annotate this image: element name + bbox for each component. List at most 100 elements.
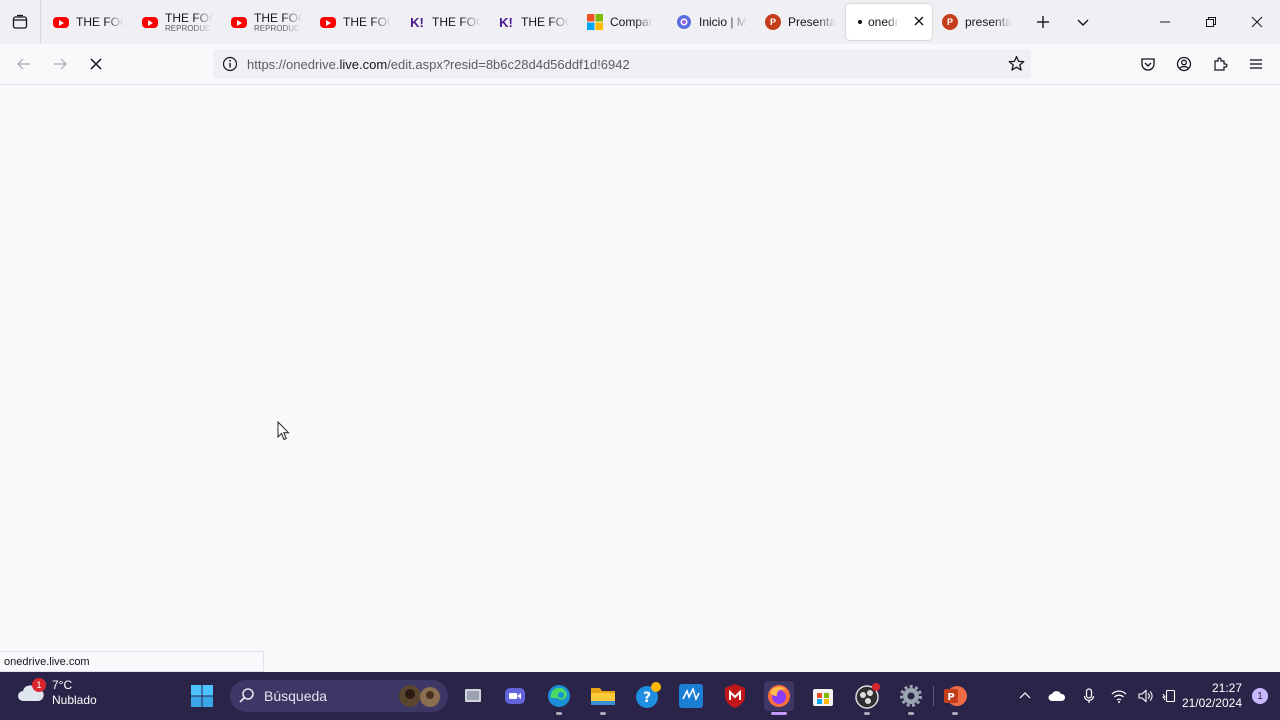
- youtube-icon: [320, 17, 336, 28]
- tab-strip: THE FOC THE FOC REPRODUC THE FOC REPRODUC THE…: [0, 0, 1280, 44]
- tab-text: presenta: [965, 15, 1012, 29]
- plus-icon: [1037, 16, 1049, 28]
- browser-tab[interactable]: THE FOC: [312, 4, 399, 40]
- forward-button[interactable]: [42, 48, 78, 80]
- taskbar-microsoft-store[interactable]: [808, 681, 838, 711]
- browser-tab[interactable]: K! THE FOC: [490, 4, 577, 40]
- mouse-cursor-icon: [277, 420, 290, 446]
- extensions-button[interactable]: [1202, 48, 1238, 80]
- taskbar-task-view[interactable]: [458, 681, 488, 711]
- tab-text: THE FOC: [432, 15, 480, 29]
- taskbar-hp-app[interactable]: [676, 681, 706, 711]
- taskbar-powerpoint[interactable]: P: [940, 681, 970, 715]
- arrow-left-icon: [17, 58, 30, 70]
- tab-title: Presenta: [788, 15, 836, 29]
- clock-time: 21:27: [1211, 681, 1242, 695]
- kahoot-icon: K!: [410, 14, 424, 30]
- notification-badge[interactable]: 1: [1252, 688, 1268, 704]
- microphone-tray-button[interactable]: [1074, 681, 1104, 711]
- firefox-view-button[interactable]: [0, 0, 40, 44]
- window-controls: [1142, 0, 1280, 44]
- obs-icon: [855, 683, 880, 709]
- minimize-button[interactable]: [1142, 0, 1188, 44]
- url-text[interactable]: https://onedrive.live.com/edit.aspx?resi…: [247, 57, 630, 72]
- weather-widget[interactable]: 1 7°C Nublado: [16, 678, 97, 708]
- taskbar-edge[interactable]: [544, 681, 574, 715]
- taskbar-firefox[interactable]: [764, 681, 794, 715]
- taskbar-divider: [933, 686, 934, 706]
- url-domain: live.com: [339, 56, 388, 72]
- taskbar-mcafee[interactable]: [720, 681, 750, 711]
- star-icon: [1008, 55, 1025, 71]
- tab-text: onedr: [868, 15, 899, 29]
- restore-icon: [1206, 17, 1216, 27]
- onedrive-tray-button[interactable]: [1040, 681, 1074, 711]
- taskbar-obs[interactable]: [852, 681, 882, 715]
- stop-loading-button[interactable]: [78, 48, 114, 80]
- tab-title: THE FOC: [343, 15, 391, 29]
- taskbar-help[interactable]: ?: [633, 681, 663, 711]
- tab-separator: [40, 0, 41, 44]
- tab-text: THE FOC: [76, 15, 124, 29]
- weather-alert-badge: 1: [32, 678, 46, 692]
- site-info-button[interactable]: [215, 56, 245, 72]
- browser-tab[interactable]: THE FOC: [45, 4, 132, 40]
- tab-close-button[interactable]: [914, 14, 924, 29]
- powerpoint-icon: P: [765, 14, 781, 30]
- browser-tab[interactable]: K! THE FOC: [401, 4, 488, 40]
- bookmark-button[interactable]: [1008, 55, 1025, 77]
- svg-text:P: P: [947, 692, 954, 703]
- toolbar-right: [1130, 48, 1274, 80]
- browser-tab[interactable]: THE FOC REPRODUC: [223, 4, 310, 40]
- microsoft-icon: [587, 14, 603, 30]
- menu-button[interactable]: [1238, 48, 1274, 80]
- onedrive-cloud-icon: [1048, 691, 1065, 701]
- hamburger-icon: [1250, 59, 1262, 69]
- taskbar-settings[interactable]: [896, 681, 926, 715]
- youtube-icon: [142, 17, 158, 28]
- start-button[interactable]: [187, 681, 217, 711]
- restore-button[interactable]: [1188, 0, 1234, 44]
- browser-tab[interactable]: Inicio | M: [668, 4, 755, 40]
- youtube-icon: [53, 17, 69, 28]
- help-icon: ?: [636, 682, 661, 708]
- gear-icon: [900, 685, 922, 707]
- list-all-tabs-button[interactable]: [1063, 0, 1103, 44]
- youtube-icon: [231, 17, 247, 28]
- folder-icon: [591, 688, 615, 705]
- tab-subtitle: REPRODUC: [254, 23, 300, 33]
- volume-tray-button[interactable]: [1134, 681, 1158, 711]
- taskbar-clock[interactable]: 21:27 21/02/2024: [1182, 681, 1242, 711]
- close-icon: [914, 16, 924, 26]
- pocket-button[interactable]: [1130, 48, 1166, 80]
- store-icon: [813, 689, 833, 706]
- browser-tab[interactable]: onedr: [846, 4, 932, 40]
- tab-title: THE FOC: [432, 15, 480, 29]
- show-hidden-icons-button[interactable]: [1010, 681, 1040, 711]
- tab-title: THE FOC: [254, 11, 302, 24]
- microphone-icon: [1083, 688, 1095, 703]
- taskbar-search[interactable]: Búsqueda: [230, 680, 448, 712]
- browser-tab[interactable]: THE FOC REPRODUC: [134, 4, 221, 40]
- system-tray: 21:27 21/02/2024 1: [1010, 672, 1280, 720]
- back-button[interactable]: [6, 48, 42, 80]
- close-window-button[interactable]: [1234, 0, 1280, 44]
- account-button[interactable]: [1166, 48, 1202, 80]
- browser-tab[interactable]: P Presenta: [757, 4, 844, 40]
- arrow-right-icon: [54, 58, 67, 70]
- taskbar-teams[interactable]: [500, 681, 530, 711]
- chevron-up-icon: [1019, 692, 1031, 699]
- close-icon: [90, 58, 102, 70]
- tab-title: presenta: [965, 15, 1012, 29]
- browser-tab[interactable]: Ppresenta: [934, 4, 1021, 40]
- network-tray-button[interactable]: [1104, 681, 1134, 711]
- browser-tab[interactable]: Compar: [579, 4, 666, 40]
- battery-tray-button[interactable]: [1158, 681, 1182, 711]
- url-bar[interactable]: https://onedrive.live.com/edit.aspx?resi…: [213, 49, 1031, 79]
- tab-text: THE FOC REPRODUC: [165, 12, 213, 33]
- powerpoint-icon: P: [942, 14, 958, 30]
- new-tab-button[interactable]: [1023, 0, 1063, 44]
- task-view-icon: [465, 689, 481, 702]
- clock-date: 21/02/2024: [1181, 696, 1242, 710]
- taskbar-file-explorer[interactable]: [588, 681, 618, 715]
